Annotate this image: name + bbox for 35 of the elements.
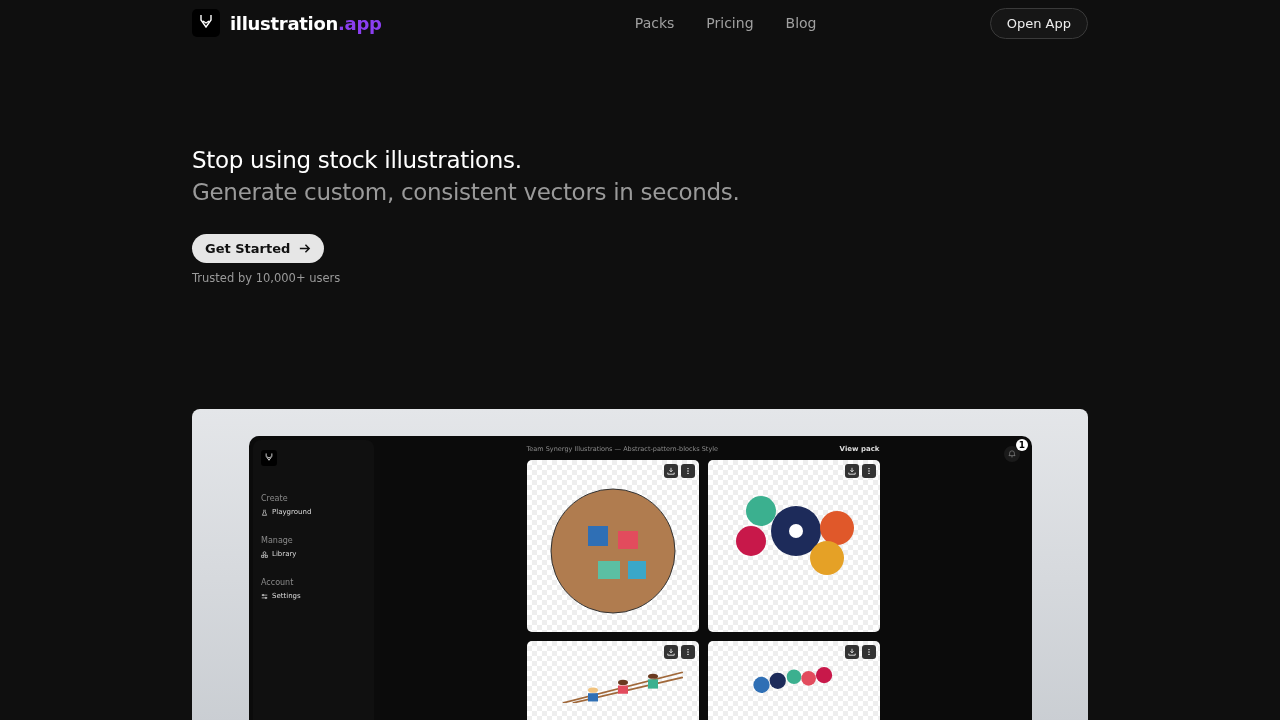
download-button[interactable]	[663, 464, 678, 478]
notification-badge: 1	[1016, 439, 1028, 451]
bell-icon	[1008, 450, 1016, 458]
open-app-button[interactable]: Open App	[989, 7, 1088, 39]
trust-note: Trusted by 10,000+ users	[192, 271, 341, 285]
more-button[interactable]	[680, 645, 695, 659]
download-button[interactable]	[844, 464, 859, 478]
download-icon	[847, 467, 856, 475]
logo-icon[interactable]	[192, 9, 220, 37]
nav-link[interactable]: Pricing	[706, 15, 754, 31]
illustration-card[interactable]	[707, 460, 880, 632]
flask-icon	[261, 508, 268, 516]
download-icon	[847, 648, 856, 656]
shapes-icon	[261, 550, 268, 558]
download-icon	[666, 467, 675, 475]
brand-name[interactable]: illustration.app	[230, 12, 382, 34]
notification-button[interactable]	[1004, 446, 1020, 462]
sidebar-section-label: Account	[261, 578, 295, 587]
more-button[interactable]	[861, 464, 876, 478]
nav-link[interactable]: Blog	[785, 15, 817, 31]
sidebar-section-label: Manage	[261, 536, 294, 545]
illustration-card[interactable]	[526, 460, 699, 632]
download-icon	[666, 648, 675, 656]
logo-icon	[261, 450, 277, 466]
hero-title: Stop using stock illustrations.	[192, 146, 522, 175]
sliders-icon	[261, 592, 268, 600]
download-button[interactable]	[663, 645, 678, 659]
sidebar-section-label: Create	[261, 494, 289, 503]
more-button[interactable]	[861, 645, 876, 659]
download-button[interactable]	[844, 645, 859, 659]
get-started-button[interactable]: Get Started	[192, 234, 325, 263]
nav-link[interactable]: Packs	[634, 15, 675, 31]
arrow-right-icon	[298, 242, 312, 255]
more-button[interactable]	[680, 464, 695, 478]
hero-subtitle: Generate custom, consistent vectors in seconds.	[192, 178, 740, 207]
